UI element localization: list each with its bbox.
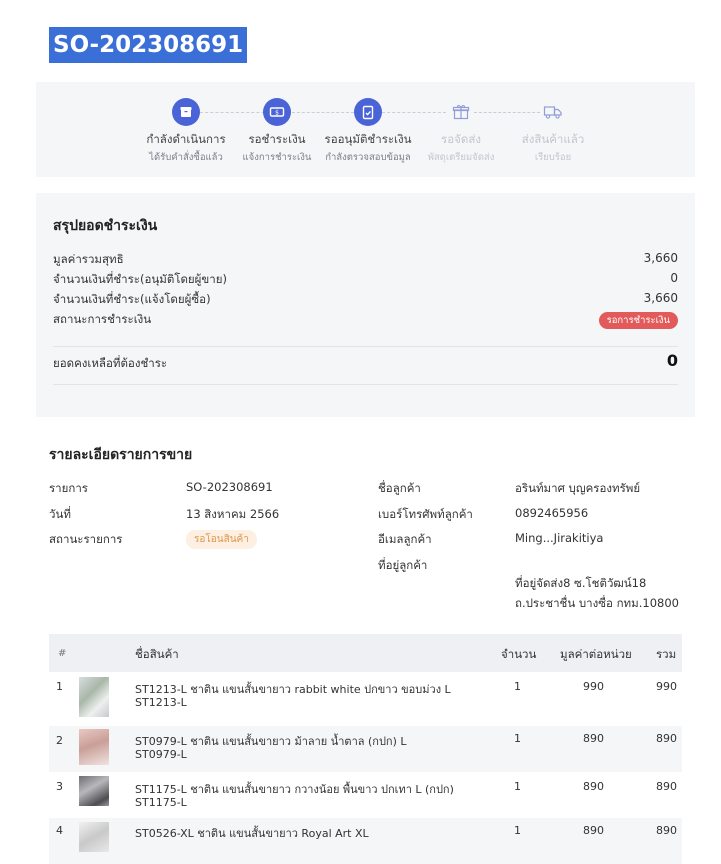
step-label: ส่งสินค้าแล้ว [521,132,585,146]
header-product-name: ชื่อสินค้า [135,647,179,661]
quantity: 1 [514,680,521,693]
summary-title: สรุปยอดชำระเงิน [53,218,158,234]
divider [53,346,678,347]
summary-value: 3,660 [643,251,678,265]
customer-name-label: ชื่อลูกค้า [378,481,421,495]
item-value: SO-202308691 [186,480,273,494]
product-thumbnail[interactable] [79,776,109,806]
balance-value: 0 [666,351,678,370]
step-label: รอชำระเงิน [248,132,306,146]
summary-label: จำนวนเงินที่ชำระ(อนุมัติโดยผู้ขาย) [53,272,227,286]
summary-row-balance: ยอดคงเหลือที่ต้องชำระ 0 [53,351,678,373]
step-awaiting-approval: รออนุมัติชำระเงิน กำลังตรวจสอบข้อมูล [318,98,418,165]
balance-label: ยอดคงเหลือที่ต้องชำระ [53,356,168,370]
shipping-address-line2: ถ.ประชาชื่น บางซื่อ กทม.10800 [515,596,679,610]
row-total: 890 [656,732,677,745]
item-label: รายการ [49,481,88,495]
document-check-icon [354,98,382,126]
summary-row-paid-approved: จำนวนเงินที่ชำระ(อนุมัติโดยผู้ขาย) 0 [53,271,678,289]
row-total: 890 [656,780,677,793]
unit-price: 890 [583,732,604,745]
step-label: รออนุมัติชำระเงิน [324,132,412,146]
step-sublabel: ได้รับคำสั่งซื้อแล้ว [149,152,223,163]
date-value: 13 สิงหาคม 2566 [186,507,280,521]
step-sublabel: พัสดุเตรียมจัดส่ง [427,152,495,163]
row-number: 2 [56,734,63,747]
payment-summary-panel: สรุปยอดชำระเงิน มูลค่ารวมสุทธิ 3,660 จำน… [36,193,695,417]
step-awaiting-payment: $ รอชำระเงิน แจ้งการชำระเงิน [227,98,327,165]
table-header: # ชื่อสินค้า จำนวน มูลค่าต่อหน่วย รวม [49,634,682,672]
table-row[interactable]: 3 ST1175-L ชาติน แขนสั้นขายาว กวางน้อย พ… [49,772,682,818]
row-total: 890 [656,824,677,837]
step-shipped: ส่งสินค้าแล้ว เรียบร้อย [503,98,603,165]
order-detail-page: SO-202308691 กำลังดำเนินการ ได้รับคำสั่ง… [0,0,721,864]
divider [53,384,678,385]
product-thumbnail[interactable] [79,677,109,717]
order-status-badge: รอโอนสินค้า [186,530,257,549]
header-unit-price: มูลค่าต่อหน่วย [560,647,632,661]
step-label: กำลังดำเนินการ [146,132,226,146]
order-progress-steps: กำลังดำเนินการ ได้รับคำสั่งซื้อแล้ว $ รอ… [36,82,695,177]
truck-icon [539,98,567,126]
row-number: 4 [56,824,63,837]
customer-phone-value: 0892465956 [515,506,589,520]
shipping-address-line1: ที่อยู่จัดส่ง8 ซ.โชติวัฒน์18 [515,576,647,590]
table-row[interactable]: 1 ST1213-L ชาติน แขนสั้นขายาว rabbit whi… [49,672,682,726]
payment-status-badge: รอการชำระเงิน [598,312,678,329]
unit-price: 890 [583,780,604,793]
unit-price: 990 [583,680,604,693]
header-total: รวม [656,647,677,661]
header-number: # [58,648,67,659]
step-sublabel: กำลังตรวจสอบข้อมูล [325,152,411,163]
summary-label: มูลค่ารวมสุทธิ [53,252,124,266]
summary-row-paid-reported: จำนวนเงินที่ชำระ(แจ้งโดยผู้ซื้อ) 3,660 [53,291,678,309]
customer-name-value: อรินท์มาศ บุญครองทรัพย์ [515,481,641,495]
items-table: # ชื่อสินค้า จำนวน มูลค่าต่อหน่วย รวม 1 … [49,634,682,864]
customer-email-label: อีเมลลูกค้า [378,532,432,546]
row-total: 990 [656,680,677,693]
summary-value: 3,660 [643,291,678,305]
step-label: รอจัดส่ง [441,132,481,146]
step-awaiting-shipment: รอจัดส่ง พัสดุเตรียมจัดส่ง [411,98,511,165]
summary-value: 0 [670,271,678,285]
header-quantity: จำนวน [501,647,537,661]
summary-row-payment-status: สถานะการชำระเงิน รอการชำระเงิน [53,311,678,329]
row-number: 1 [56,680,63,693]
table-row[interactable]: 2 ST0979-L ชาติน แขนสั้นขายาว ม้าลาย น้ำ… [49,726,682,772]
step-sublabel: แจ้งการชำระเงิน [242,152,312,163]
svg-text:$: $ [275,110,279,117]
product-sku: ST1213-L [135,696,187,709]
product-name: ST0526-XL ชาติน แขนสั้นขายาว Royal Art X… [135,827,369,840]
quantity: 1 [514,824,521,837]
customer-phone-label: เบอร์โทรศัพท์ลูกค้า [378,507,473,521]
summary-label: สถานะการชำระเงิน [53,312,152,326]
box-icon [172,98,200,126]
customer-address-label: ที่อยู่ลูกค้า [378,558,428,572]
order-status-label: สถานะรายการ [49,532,123,546]
table-row[interactable]: 4 ST0526-XL ชาติน แขนสั้นขายาว Royal Art… [49,818,682,864]
customer-email-value: Ming...Jirakitiya [515,531,604,545]
quantity: 1 [514,732,521,745]
product-thumbnail[interactable] [79,729,109,765]
gift-icon [447,98,475,126]
row-number: 3 [56,780,63,793]
step-processing: กำลังดำเนินการ ได้รับคำสั่งซื้อแล้ว [136,98,236,165]
order-id-title: SO-202308691 [49,27,248,63]
quantity: 1 [514,780,521,793]
date-label: วันที่ [49,507,71,521]
money-icon: $ [263,98,291,126]
summary-row-net-total: มูลค่ารวมสุทธิ 3,660 [53,251,678,269]
product-thumbnail[interactable] [79,822,109,852]
summary-label: จำนวนเงินที่ชำระ(แจ้งโดยผู้ซื้อ) [53,292,211,306]
details-title: รายละเอียดรายการขาย [49,447,193,463]
product-sku: ST1175-L [135,796,187,809]
product-sku: ST0979-L [135,748,187,761]
step-sublabel: เรียบร้อย [534,152,572,163]
unit-price: 890 [583,824,604,837]
